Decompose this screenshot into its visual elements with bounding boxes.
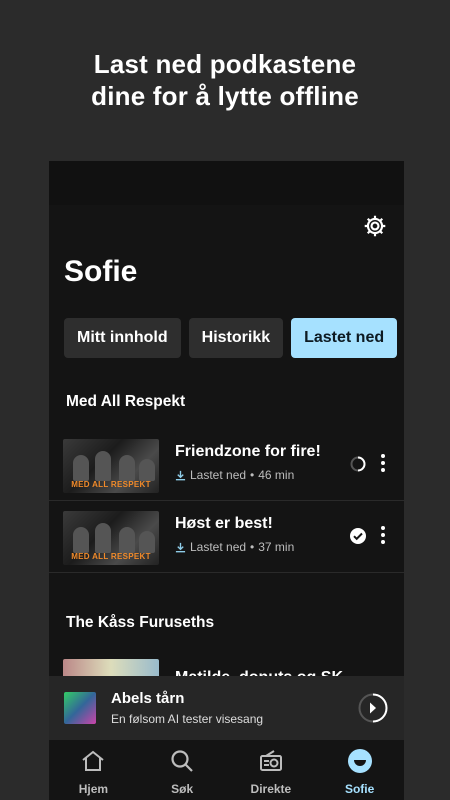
- meta-separator: •: [250, 540, 255, 554]
- episode-duration: 37 min: [258, 540, 295, 554]
- episode-meta: Lastet ned • 37 min: [175, 540, 294, 554]
- tab-historikk[interactable]: Historikk: [188, 318, 284, 358]
- more-options-button[interactable]: [380, 526, 386, 546]
- episode-duration: 46 min: [258, 468, 295, 482]
- episode-row[interactable]: MED ALL RESPEKT Friendzone for fire! Las…: [49, 429, 404, 501]
- meta-separator: •: [250, 468, 255, 482]
- episode-meta: Lastet ned • 46 min: [175, 468, 294, 482]
- episode-thumbnail: MED ALL RESPEKT: [63, 511, 159, 565]
- download-icon: [175, 470, 186, 480]
- nav-item-sok[interactable]: Søk: [138, 740, 227, 800]
- more-options-button[interactable]: [380, 454, 386, 474]
- bottom-navigation: Hjem Søk Direkte Sofie: [49, 740, 404, 800]
- nav-label: Sofie: [344, 782, 375, 796]
- nav-item-sofie[interactable]: Sofie: [315, 740, 404, 800]
- download-status: Lastet ned: [190, 540, 247, 554]
- home-icon: [82, 750, 104, 771]
- gear-icon: [364, 215, 386, 237]
- tab-bar: Mitt innhold Historikk Lastet ned: [64, 318, 398, 358]
- radio-icon: [259, 750, 282, 771]
- nav-item-direkte[interactable]: Direkte: [227, 740, 316, 800]
- promo-heading: Last ned podkastene dine for å lytte off…: [0, 48, 450, 112]
- now-playing-title: Abels tårn: [111, 690, 185, 707]
- app-screen: Sofie Mitt innhold Historikk Lastet ned …: [49, 161, 404, 800]
- promo-line-2: dine for å lytte offline: [91, 81, 359, 111]
- nav-label: Direkte: [250, 782, 292, 796]
- status-bar: [49, 161, 404, 205]
- nav-item-hjem[interactable]: Hjem: [49, 740, 138, 800]
- loading-spinner-icon: [350, 456, 366, 472]
- nav-label: Hjem: [78, 782, 109, 796]
- check-circle-icon: [350, 528, 366, 544]
- download-status: Lastet ned: [190, 468, 247, 482]
- episode-row[interactable]: MED ALL RESPEKT Høst er best! Lastet ned…: [49, 501, 404, 573]
- now-playing-artwork: [64, 692, 96, 724]
- download-icon: [175, 542, 186, 552]
- settings-button[interactable]: [360, 211, 390, 241]
- tab-lastet-ned[interactable]: Lastet ned: [291, 318, 398, 358]
- search-icon: [171, 750, 193, 772]
- episode-title: Høst er best!: [175, 515, 273, 532]
- thumbnail-logo: MED ALL RESPEKT: [71, 480, 151, 489]
- section-title: The Kåss Furuseths: [66, 614, 215, 631]
- episode-thumbnail: MED ALL RESPEKT: [63, 439, 159, 493]
- promo-line-1: Last ned podkastene: [93, 49, 357, 79]
- section-title: Med All Respekt: [66, 393, 186, 410]
- profile-icon: [347, 749, 372, 773]
- mini-player[interactable]: Abels tårn En følsom AI tester visesang: [49, 676, 404, 740]
- tab-mitt-innhold[interactable]: Mitt innhold: [64, 318, 181, 358]
- episode-title: Friendzone for fire!: [175, 443, 321, 460]
- play-icon[interactable]: [358, 693, 388, 723]
- page-title: Sofie: [64, 255, 138, 288]
- now-playing-subtitle: En følsom AI tester visesang: [111, 712, 264, 726]
- thumbnail-logo: MED ALL RESPEKT: [71, 552, 151, 561]
- nav-label: Søk: [171, 782, 194, 796]
